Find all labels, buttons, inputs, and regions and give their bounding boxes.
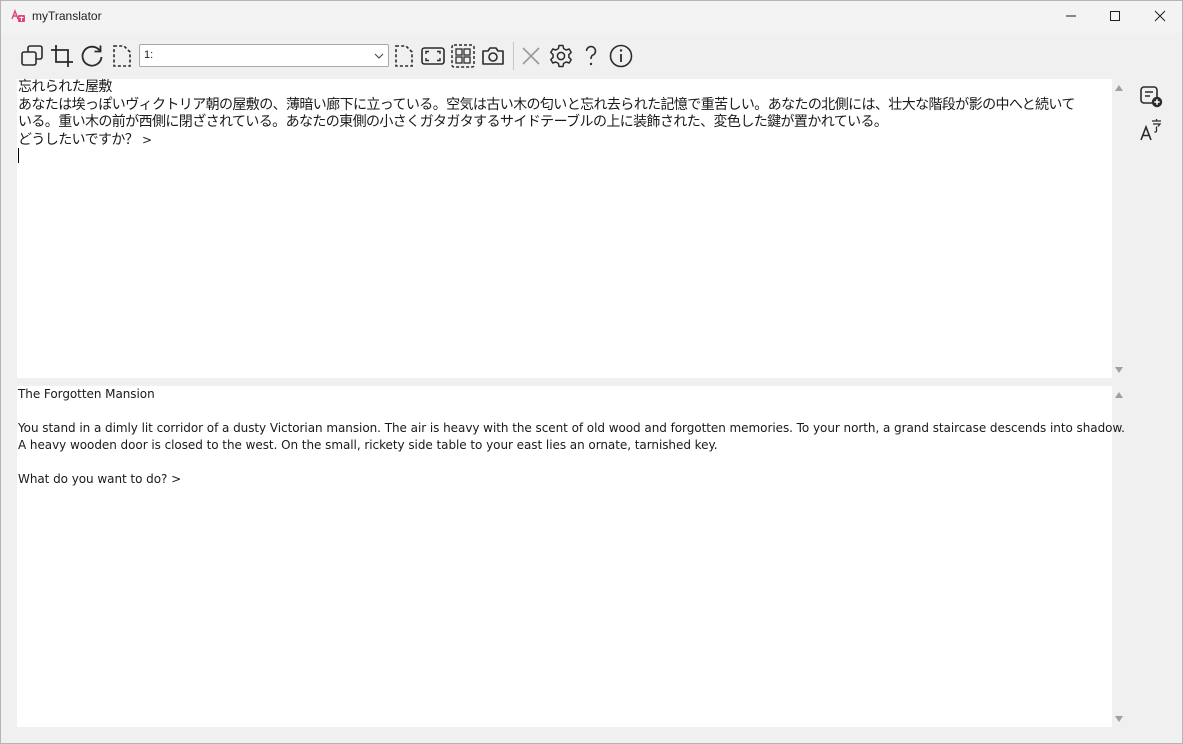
source-text-pane[interactable]: 忘れられた屋敷 あなたは埃っぽいヴィクトリア朝の屋敷の、薄暗い廊下に立っている。… — [17, 79, 1112, 378]
capture-selector-value: 1: — [144, 49, 154, 61]
title-bar[interactable]: myTranslator — [1, 1, 1182, 33]
region-start-icon — [395, 45, 413, 67]
translation-line: What do you want to do? > — [18, 472, 182, 486]
info-icon — [609, 44, 633, 68]
crop-button[interactable] — [48, 42, 76, 70]
source-line: 忘れられた屋敷 — [18, 79, 112, 95]
close-icon — [522, 47, 540, 65]
translation-line: The Forgotten Mansion — [18, 387, 155, 401]
translation-text-pane[interactable]: The Forgotten Mansion You stand in a dim… — [17, 386, 1125, 727]
translation-line — [18, 403, 1110, 420]
multi-region-button[interactable] — [449, 42, 477, 70]
source-prompt-line: どうしたいですか？ > — [18, 132, 1108, 150]
capture-selector[interactable]: 1: — [139, 44, 389, 67]
help-icon — [585, 45, 597, 66]
source-prompt-suffix: > — [142, 132, 153, 147]
camera-icon — [482, 47, 504, 65]
full-screen-button[interactable] — [419, 42, 447, 70]
refresh-icon — [81, 45, 103, 67]
source-text[interactable]: 忘れられた屋敷 あなたは埃っぽいヴィクトリア朝の屋敷の、薄暗い廊下に立っている。… — [18, 79, 1108, 149]
scroll-up-icon[interactable] — [1114, 391, 1124, 399]
translation-line: You stand in a dimly lit corridor of a d… — [18, 421, 1125, 435]
refresh-button[interactable] — [78, 42, 106, 70]
copy-window-button[interactable] — [18, 42, 46, 70]
text-caret — [18, 148, 19, 163]
help-button[interactable] — [577, 42, 605, 70]
app-window: myTranslator 1: 忘れられた屋敷 あなたは埃っぽいヴィクトリア朝の… — [0, 0, 1183, 744]
multi-region-icon — [451, 44, 475, 68]
translation-line — [18, 454, 1110, 471]
maximize-button[interactable] — [1092, 1, 1138, 31]
copy-window-icon — [21, 45, 43, 66]
add-note-icon — [1140, 86, 1163, 108]
app-logo-icon — [10, 8, 26, 24]
window-title: myTranslator — [32, 9, 102, 23]
info-button[interactable] — [607, 42, 635, 70]
scroll-up-icon[interactable] — [1114, 84, 1124, 92]
full-screen-icon — [421, 47, 445, 65]
add-note-button[interactable] — [1137, 82, 1165, 110]
toolbar-divider — [513, 42, 514, 70]
minimize-button[interactable] — [1048, 1, 1094, 31]
region-select-icon — [113, 45, 131, 67]
scroll-down-icon[interactable] — [1114, 715, 1124, 723]
clear-button[interactable] — [517, 42, 545, 70]
source-line: いる。重い木の前が西側に閉ざされている。あなたの東側の小さくガタガタするサイドテ… — [18, 114, 888, 130]
source-prompt: どうしたいですか？ — [18, 131, 139, 148]
region-start-button[interactable] — [389, 42, 417, 70]
maximize-icon — [1110, 11, 1120, 21]
translate-font-button[interactable] — [1137, 116, 1165, 144]
settings-button[interactable] — [547, 42, 575, 70]
translation-text[interactable]: The Forgotten Mansion You stand in a dim… — [18, 386, 1125, 488]
translation-line: A heavy wooden door is closed to the wes… — [18, 438, 718, 452]
close-window-icon — [1154, 10, 1166, 22]
gear-icon — [550, 44, 572, 68]
crop-icon — [51, 45, 73, 67]
scroll-down-icon[interactable] — [1114, 366, 1124, 374]
chevron-down-icon — [374, 53, 384, 59]
source-line: あなたは埃っぽいヴィクトリア朝の屋敷の、薄暗い廊下に立っている。空気は古い木の匂… — [18, 96, 1075, 113]
close-window-button[interactable] — [1137, 1, 1183, 31]
screenshot-button[interactable] — [479, 42, 507, 70]
minimize-icon — [1066, 15, 1076, 17]
translate-font-icon — [1140, 119, 1162, 141]
region-select-button[interactable] — [108, 42, 136, 70]
